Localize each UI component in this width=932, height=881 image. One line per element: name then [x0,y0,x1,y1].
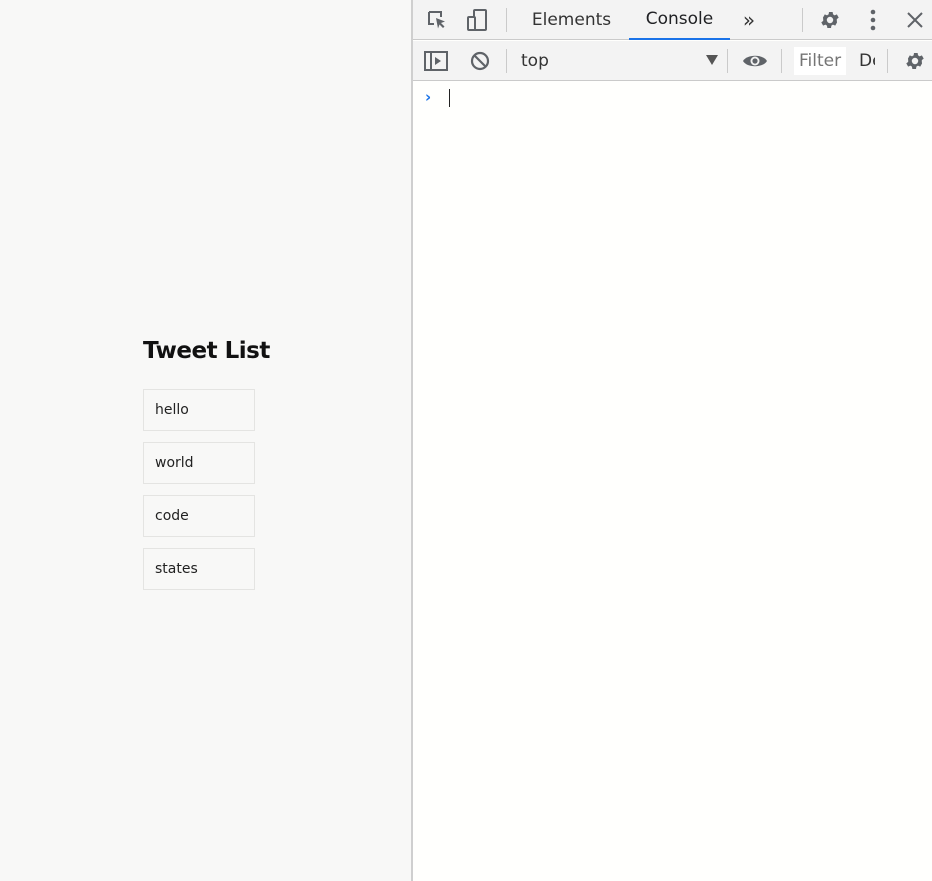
sidebar-toggle-icon[interactable] [424,49,448,73]
console-output[interactable]: › [413,82,932,881]
console-input-caret[interactable] [449,89,450,107]
log-levels-label: Default levels [859,51,875,71]
gear-icon[interactable] [818,8,842,32]
context-selector[interactable]: top [520,41,718,81]
device-toolbar-icon[interactable] [466,8,490,32]
tweet-item[interactable]: states [143,548,255,590]
tweet-item[interactable]: world [143,442,255,484]
context-selector-value: top [521,51,549,71]
close-icon[interactable] [903,8,927,32]
console-filter-input[interactable] [794,47,846,75]
toolbar-separator [802,8,803,32]
clear-console-icon[interactable] [468,49,492,73]
log-levels-dropdown[interactable]: Default levels [859,41,875,81]
tweet-item[interactable]: hello [143,389,255,431]
page-viewport: Tweet List hello world code states [0,0,411,881]
tweet-item[interactable]: code [143,495,255,537]
console-prompt-icon: › [425,88,432,106]
more-tabs-button[interactable]: » [735,0,763,40]
console-toolbar: top Default levels [413,41,932,81]
toolbar-separator [727,49,728,73]
kebab-menu-icon[interactable] [861,8,885,32]
tab-elements[interactable]: Elements [523,0,620,40]
dropdown-arrow-icon [706,55,718,65]
devtools-tab-bar: Elements Console » [413,0,932,40]
tab-console[interactable]: Console [629,0,730,40]
page-title: Tweet List [143,338,270,364]
tweet-list: hello world code states [143,389,255,601]
live-expression-eye-icon[interactable] [741,49,769,73]
inspect-element-icon[interactable] [425,8,449,32]
console-settings-gear-icon[interactable] [903,49,927,73]
toolbar-separator [506,49,507,73]
toolbar-separator [506,8,507,32]
toolbar-separator [887,49,888,73]
toolbar-separator [781,49,782,73]
devtools-panel: Elements Console » top Filter D › [413,0,932,881]
